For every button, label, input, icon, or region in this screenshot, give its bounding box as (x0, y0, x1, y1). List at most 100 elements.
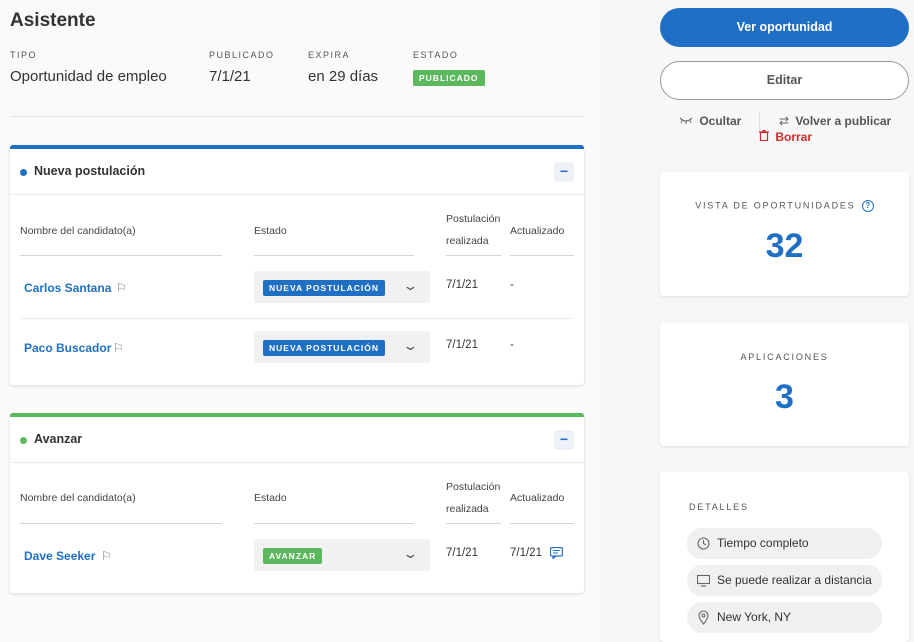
detail-chip: New York, NY (687, 602, 882, 633)
meta-estado: ESTADO PUBLICADO (413, 50, 485, 86)
section-header: Avanzar − (10, 417, 584, 463)
eye-closed-icon (679, 114, 696, 128)
applications-panel: APLICACIONES 3 (660, 322, 909, 446)
th-underline (446, 255, 501, 256)
detail-text: Se puede realizar a distancia (717, 573, 872, 587)
section-dot (20, 437, 27, 444)
status-badge: PUBLICADO (413, 70, 485, 86)
republish-label: Volver a publicar (795, 114, 892, 128)
status-badge: AVANZAR (263, 548, 323, 564)
flag-icon[interactable]: ⚐ (116, 281, 127, 295)
th-underline (446, 523, 501, 524)
publicado-label: PUBLICADO (209, 50, 275, 60)
col-status: Estado (254, 225, 287, 237)
section-header: Nueva postulación − (10, 149, 584, 195)
views-count: 32 (765, 227, 804, 265)
status-dropdown[interactable]: NUEVA POSTULACIÓN ⌄ (254, 271, 430, 303)
page-title: Asistente (10, 10, 96, 31)
section-title: Avanzar (34, 432, 83, 446)
applications-label: APLICACIONES (740, 352, 829, 362)
views-label: VISTA DE OPORTUNIDADES (695, 200, 856, 211)
col-applied-2: realizada (446, 503, 489, 515)
section-avanzar: Avanzar − Nombre del candidato(a) Estado… (10, 413, 584, 593)
detail-chip: Se puede realizar a distancia (687, 565, 882, 596)
meta-tipo: TIPO Oportunidad de empleo (10, 50, 167, 85)
chevron-down-icon: ⌄ (402, 546, 419, 561)
view-opportunity-button[interactable]: Ver oportunidad (660, 8, 909, 47)
hide-action[interactable]: Ocultar (679, 114, 741, 128)
publicado-value: 7/1/21 (209, 68, 251, 85)
help-circle-icon[interactable]: ? (861, 200, 874, 212)
tipo-value: Oportunidad de empleo (10, 68, 167, 85)
chat-bubble-icon[interactable] (549, 546, 564, 562)
hide-label: Ocultar (699, 114, 742, 128)
flag-icon[interactable]: ⚐ (101, 549, 112, 563)
meta-expira: EXPIRA en 29 días (308, 50, 378, 85)
table-row: Paco Buscador ⚐ NUEVA POSTULACIÓN ⌄ 7/1/… (10, 319, 584, 379)
detail-text: New York, NY (717, 610, 792, 624)
republish-action[interactable]: ⇄ Volver a publicar (779, 114, 891, 128)
delete-action[interactable]: Borrar (759, 130, 812, 144)
col-candidate: Nombre del candidato(a) (20, 225, 136, 237)
th-underline (254, 255, 414, 256)
candidate-name-link[interactable]: Dave Seeker (24, 549, 95, 563)
estado-label: ESTADO (413, 50, 459, 60)
repeat-icon: ⇄ (779, 114, 790, 128)
expira-label: EXPIRA (308, 50, 351, 60)
main-content: Asistente TIPO Oportunidad de empleo PUB… (0, 0, 600, 642)
applications-count: 3 (775, 378, 794, 416)
th-underline (20, 255, 222, 256)
th-underline (510, 255, 574, 256)
views-panel: VISTA DE OPORTUNIDADES ? 32 (660, 172, 909, 296)
section-title: Nueva postulación (34, 164, 146, 178)
applied-date: 7/1/21 (446, 279, 478, 291)
collapse-minus-icon[interactable]: − (554, 162, 574, 182)
table-row: Dave Seeker ⚐ AVANZAR ⌄ 7/1/21 7/1/21 (10, 527, 584, 587)
monitor-icon (696, 565, 711, 607)
updated-date: - (510, 339, 514, 351)
section-dot (20, 169, 27, 176)
col-updated: Actualizado (510, 225, 565, 237)
edit-button[interactable]: Editar (660, 61, 909, 100)
col-status: Estado (254, 492, 287, 504)
col-candidate: Nombre del candidato(a) (20, 492, 136, 504)
applied-date: 7/1/21 (446, 339, 478, 351)
status-badge: NUEVA POSTULACIÓN (263, 340, 386, 356)
applied-date: 7/1/21 (446, 547, 478, 559)
chevron-down-icon: ⌄ (402, 338, 419, 353)
details-panel: DETALLES Tiempo completo Se puede realiz… (660, 472, 909, 642)
estado-badge-wrap: PUBLICADO (413, 68, 485, 86)
location-pin-icon (697, 602, 710, 642)
detail-chip: Tiempo completo (687, 528, 882, 559)
chevron-down-icon: ⌄ (402, 278, 419, 293)
delete-label: Borrar (775, 130, 813, 144)
section-nueva-postulacion: Nueva postulación − Nombre del candidato… (10, 145, 584, 385)
col-updated: Actualizado (510, 492, 565, 504)
status-badge: NUEVA POSTULACIÓN (263, 280, 386, 296)
th-underline (20, 523, 222, 524)
action-separator (759, 112, 760, 132)
meta-publicado: PUBLICADO 7/1/21 (209, 50, 275, 85)
flag-icon[interactable]: ⚐ (113, 341, 124, 355)
th-underline (510, 523, 574, 524)
detail-text: Tiempo completo (717, 536, 809, 550)
status-dropdown[interactable]: AVANZAR ⌄ (254, 539, 430, 571)
details-label: DETALLES (689, 502, 749, 512)
views-label-row: VISTA DE OPORTUNIDADES ? (660, 200, 909, 212)
trash-icon (759, 130, 772, 144)
col-applied-2: realizada (446, 235, 489, 247)
clock-icon (697, 528, 710, 570)
col-applied-1: Postulación (446, 481, 501, 493)
candidate-name-link[interactable]: Carlos Santana (24, 281, 111, 295)
table-row: Carlos Santana ⚐ NUEVA POSTULACIÓN ⌄ 7/1… (10, 259, 584, 319)
header-divider (10, 116, 584, 117)
updated-date: - (510, 279, 514, 291)
candidate-name-link[interactable]: Paco Buscador (24, 341, 111, 355)
collapse-minus-icon[interactable]: − (554, 430, 574, 450)
tipo-label: TIPO (10, 50, 38, 60)
status-dropdown[interactable]: NUEVA POSTULACIÓN ⌄ (254, 331, 430, 363)
col-applied-1: Postulación (446, 213, 501, 225)
th-underline (254, 523, 414, 524)
expira-value: en 29 días (308, 68, 379, 85)
updated-date: 7/1/21 (510, 547, 542, 559)
